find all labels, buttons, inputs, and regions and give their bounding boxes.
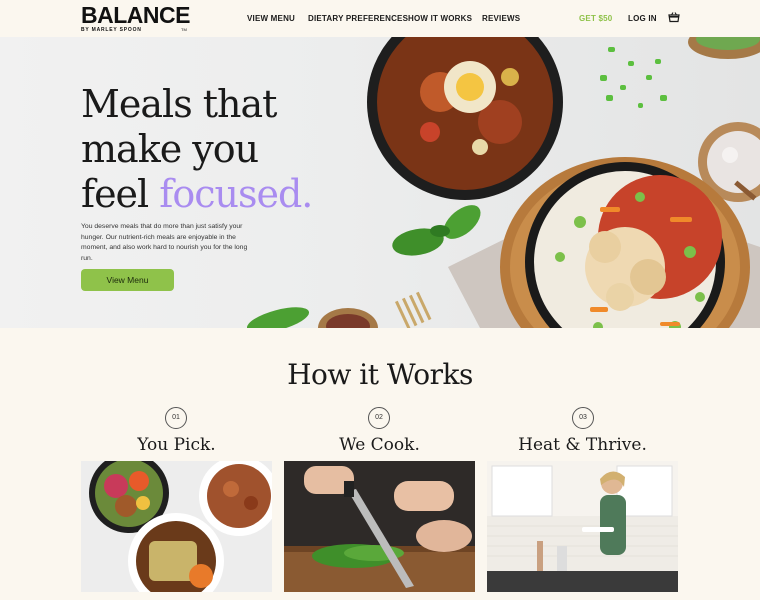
- headline-accent-word: focused.: [159, 172, 313, 216]
- trademark: TM: [181, 27, 187, 32]
- hero-headline: Meals that make you feel focused.: [81, 82, 313, 217]
- step-title-2: We Cook.: [339, 435, 420, 455]
- nav-view-menu[interactable]: VIEW MENU: [247, 14, 295, 23]
- login-link[interactable]: LOG IN: [628, 14, 657, 23]
- step-number-1: 01: [165, 407, 187, 429]
- headline-line-2: make you: [81, 127, 259, 171]
- how-it-works-title: How it Works: [287, 358, 473, 391]
- step-number-2: 02: [368, 407, 390, 429]
- hero-section: Meals that make you feel focused. You de…: [0, 37, 760, 328]
- step-image-meals: [81, 461, 272, 592]
- nav-dietary-preferences[interactable]: DIETARY PREFERENCES: [308, 14, 408, 23]
- site-header: BALANCE BY MARLEY SPOON TM VIEW MENU DIE…: [0, 0, 760, 37]
- view-menu-button[interactable]: View Menu: [81, 269, 174, 291]
- brand-logo[interactable]: BALANCE BY MARLEY SPOON: [81, 2, 190, 34]
- headline-line-3: feel focused.: [81, 172, 313, 217]
- step-image-cooking: [284, 461, 475, 592]
- step-number-3: 03: [572, 407, 594, 429]
- headline-line-1: Meals that: [81, 82, 277, 126]
- nav-reviews[interactable]: REVIEWS: [482, 14, 520, 23]
- step-title-3: Heat & Thrive.: [518, 435, 647, 455]
- headline-line-3-pre: feel: [81, 172, 160, 216]
- step-title-1: You Pick.: [137, 435, 216, 455]
- brand-name: BALANCE: [81, 2, 190, 28]
- promo-link[interactable]: GET $50: [579, 14, 612, 23]
- hero-description: You deserve meals that do more than just…: [81, 223, 248, 262]
- step-image-heating: [487, 461, 678, 592]
- basket-icon[interactable]: [668, 11, 680, 23]
- nav-how-it-works[interactable]: HOW IT WORKS: [408, 14, 472, 23]
